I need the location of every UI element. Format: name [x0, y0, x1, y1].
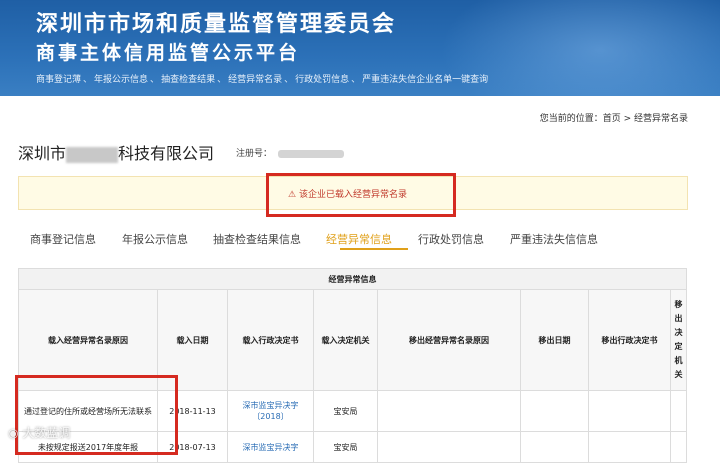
nav-item-inspection[interactable]: 抽查检查结果	[161, 75, 215, 85]
tab-penalty[interactable]: 行政处罚信息	[418, 231, 484, 247]
watermark: ◉ 大数蓝调	[8, 424, 70, 441]
tab-registration[interactable]: 商事登记信息	[30, 231, 96, 247]
cell-decision: 深市监宝异决字〔2018〕	[227, 390, 314, 432]
cell-empty	[377, 431, 521, 463]
tab-annual-report[interactable]: 年报公示信息	[122, 231, 188, 247]
highlight-box-alert	[266, 173, 456, 217]
nav-separator: 、	[351, 75, 361, 85]
cell-decision: 深市监宝异决字	[227, 431, 314, 463]
nav-separator: 、	[217, 75, 227, 85]
column-header: 移出决定机关	[670, 289, 687, 391]
nav-item-blacklist-query[interactable]: 严重违法失信企业名单一键查询	[362, 75, 488, 85]
company-name-prefix: 深圳市	[18, 144, 67, 163]
tab-abnormal[interactable]: 经营异常信息	[326, 231, 392, 247]
nav-item-abnormal-list[interactable]: 经营异常名录	[228, 75, 282, 85]
column-header: 移出经营异常名录原因	[377, 289, 521, 391]
decision-link[interactable]: 深市监宝异决字〔2018〕	[243, 401, 299, 421]
site-title: 深圳市市场和质量监督管理委员会	[36, 11, 397, 37]
active-tab-indicator	[340, 248, 408, 250]
cell-empty	[670, 390, 687, 432]
column-header-vertical: 移出决定机关	[674, 300, 683, 379]
cell-empty	[670, 431, 687, 463]
cell-empty	[520, 431, 589, 463]
site-subtitle: 商事主体信用监管公示平台	[36, 42, 301, 64]
column-header: 载入行政决定书	[227, 289, 314, 391]
cell-empty	[520, 390, 589, 432]
nav-item-penalty[interactable]: 行政处罚信息	[295, 75, 349, 85]
cell-empty	[377, 390, 521, 432]
registration-number: 注册号：	[236, 146, 345, 159]
company-name-suffix: 科技有限公司	[118, 144, 215, 163]
tab-bar: 商事登记信息 年报公示信息 抽查检查结果信息 经营异常信息 行政处罚信息 严重违…	[18, 222, 686, 252]
redacted-mask	[278, 149, 345, 158]
column-header: 载入决定机关	[313, 289, 378, 391]
breadcrumb: 您当前的位置：首页 > 经营异常名录	[539, 114, 688, 124]
column-header: 移出行政决定书	[588, 289, 671, 391]
cell-authority: 宝安局	[313, 390, 378, 432]
wechat-icon: ◉	[8, 426, 19, 440]
decision-link[interactable]: 深市监宝异决字	[243, 443, 299, 452]
reg-label: 注册号：	[236, 149, 273, 159]
cell-authority: 宝安局	[313, 431, 378, 463]
tab-serious-violation[interactable]: 严重违法失信信息	[510, 231, 598, 247]
top-nav: 商事登记薄、年报公示信息、抽查检查结果、经营异常名录、行政处罚信息、严重违法失信…	[36, 72, 490, 85]
redacted-mask	[66, 146, 119, 163]
cell-empty	[588, 431, 671, 463]
company-name: 深圳市 科技有限公司	[18, 140, 214, 164]
header-banner: 深圳市市场和质量监督管理委员会 商事主体信用监管公示平台 商事登记薄、年报公示信…	[0, 0, 720, 96]
nav-separator: 、	[83, 75, 93, 85]
column-header: 移出日期	[520, 289, 589, 391]
nav-item-annual-report[interactable]: 年报公示信息	[94, 75, 148, 85]
highlight-box-reason	[15, 375, 178, 455]
nav-separator: 、	[284, 75, 294, 85]
nav-item-registry[interactable]: 商事登记薄	[36, 75, 81, 85]
nav-separator: 、	[150, 75, 160, 85]
watermark-text: 大数蓝调	[22, 426, 71, 440]
table-title: 经营异常信息	[18, 268, 687, 290]
cell-empty	[588, 390, 671, 432]
tab-inspection[interactable]: 抽查检查结果信息	[213, 231, 301, 247]
